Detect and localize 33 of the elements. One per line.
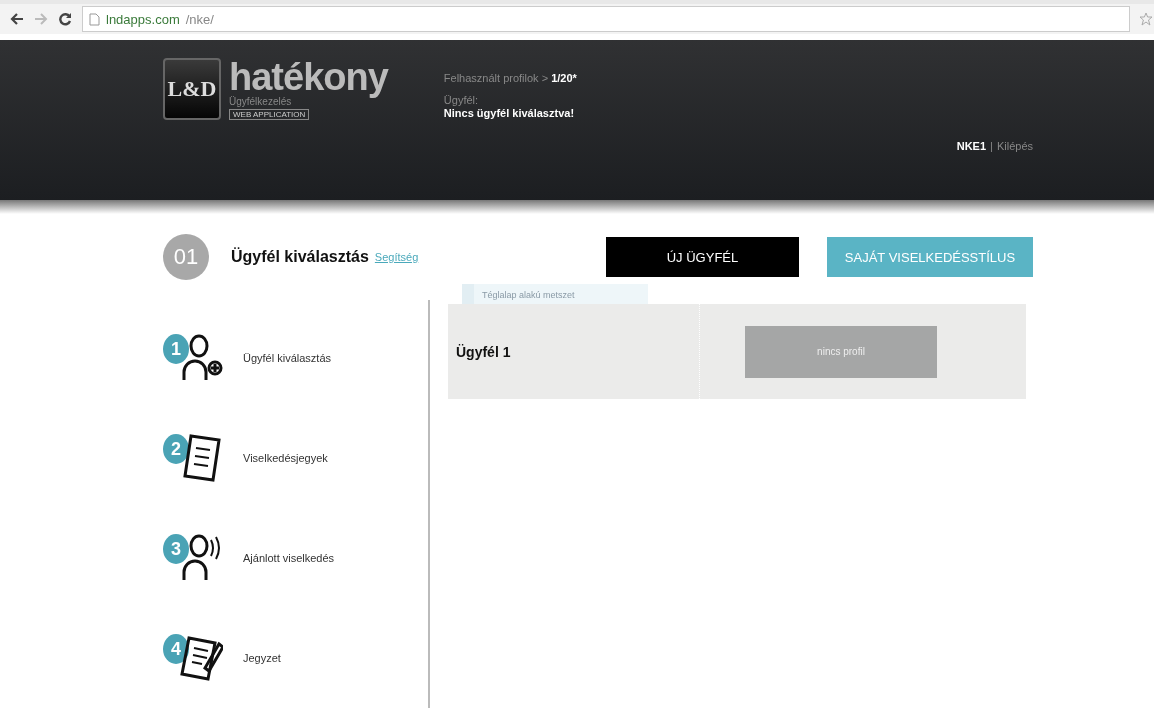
- action-button[interactable]: ÚJ ÜGYFÉL: [606, 237, 799, 277]
- client-label: Ügyfél:: [443, 94, 479, 106]
- profiles-count: 1/20*: [551, 72, 577, 84]
- client-name: Ügyfél 1: [455, 343, 512, 360]
- app-badge: WEB APPLICATION: [229, 109, 310, 120]
- address-field[interactable]: lndapps.com /nke/: [82, 6, 1130, 32]
- back-icon[interactable]: [10, 13, 24, 25]
- step-number-pin: 01: [163, 234, 209, 280]
- logo-mark: L&D: [163, 58, 221, 120]
- step-link[interactable]: Ügyfél kiválasztás: [243, 352, 332, 364]
- client-value: Nincs ügyfél kiválasztva!: [443, 107, 575, 119]
- url-path: /nke/: [185, 11, 214, 27]
- step-link[interactable]: Viselkedésjegyek: [243, 452, 328, 464]
- client-row[interactable]: Ügyfél 1 nincs profil: [448, 304, 1026, 399]
- step-link[interactable]: Jegyzet: [243, 652, 281, 664]
- star-icon[interactable]: [1140, 12, 1152, 26]
- user-name: NKE1: [956, 140, 987, 152]
- step-title: Ügyfél kiválasztás: [231, 248, 369, 266]
- tooltip-text: Téglalap alakú metszet: [482, 290, 575, 300]
- profiles-label: Felhasznált profilok >: [443, 72, 549, 84]
- note-pencil-icon: [179, 634, 223, 682]
- tagline: Ügyfélkezelés: [229, 96, 292, 107]
- page-icon: [89, 12, 100, 26]
- logout-link[interactable]: Kilépés: [996, 140, 1033, 152]
- step-number-badge: 2: [163, 434, 189, 464]
- step-number-badge: 4: [163, 634, 189, 664]
- separator: |: [990, 140, 993, 152]
- reload-icon[interactable]: [58, 12, 72, 26]
- step-number-badge: 3: [163, 534, 189, 564]
- step-number-badge: 1: [163, 334, 189, 364]
- brand-name: hatékony: [229, 58, 388, 96]
- step-link[interactable]: Ajánlott viselkedés: [243, 552, 335, 564]
- url-domain: lndapps.com: [106, 11, 180, 27]
